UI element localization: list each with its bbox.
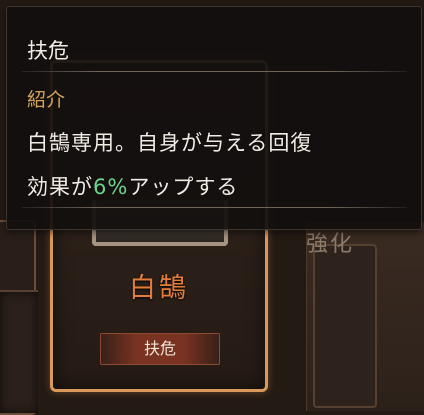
enhance-label[interactable]: 強化 [306, 226, 354, 258]
hero-name: 白鵠 [129, 273, 189, 304]
right-card-frame[interactable] [313, 244, 377, 408]
description-prefix: 効果が [27, 175, 93, 199]
tooltip-description-line1: 白鵠専用。自身が与える回復 [27, 131, 313, 155]
tooltip-divider-bottom [21, 207, 407, 208]
tooltip-divider [21, 71, 407, 72]
bonus-value: 6% [93, 175, 129, 199]
skill-tooltip: 扶危 紹介 白鵠専用。自身が与える回復 効果が6%アップする [6, 6, 422, 230]
description-suffix: アップする [128, 175, 239, 199]
tooltip-description-line2: 効果が6%アップする [27, 171, 238, 201]
left-panel [0, 290, 38, 413]
tooltip-section-heading: 紹介 [27, 89, 66, 111]
tooltip-title: 扶危 [27, 39, 69, 63]
skill-button[interactable]: 扶危 [100, 333, 220, 365]
